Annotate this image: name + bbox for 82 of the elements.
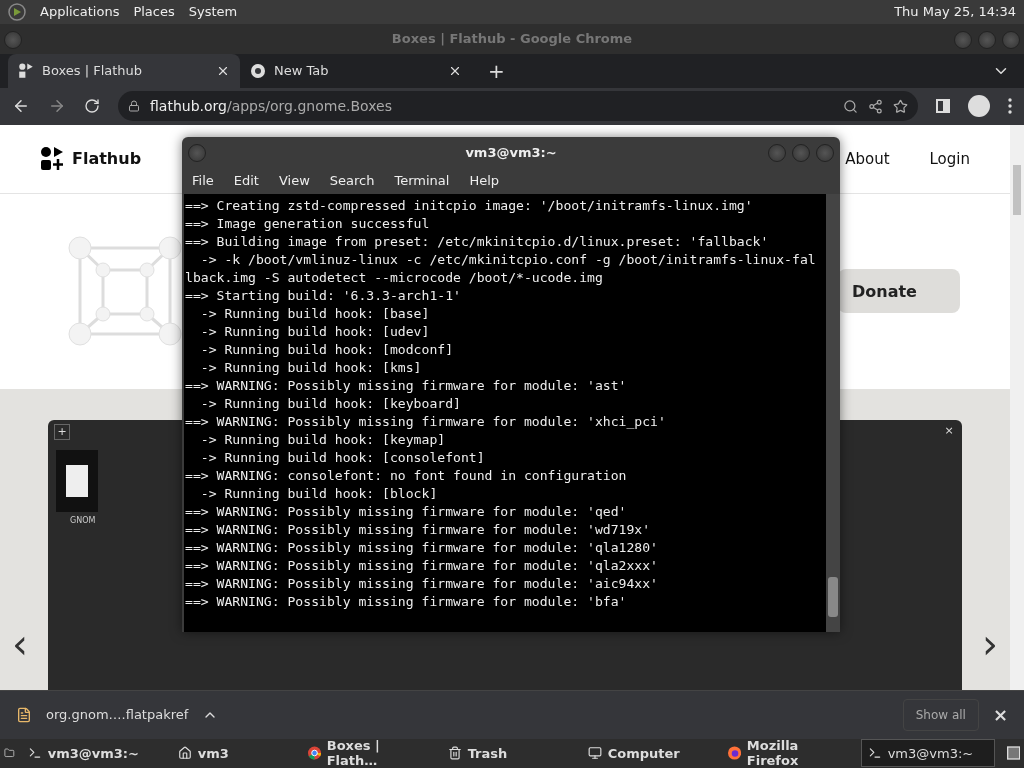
menu-icon[interactable] [1008, 98, 1012, 115]
chrome-icon [307, 746, 321, 761]
distro-logo-icon[interactable] [8, 2, 26, 21]
window-title: Boxes | Flathub - Google Chrome [391, 31, 633, 47]
terminal-line: ==> WARNING: Possibly missing firmware for module: 'xhci_pci' [185, 413, 667, 431]
close-download-bar-button[interactable]: × [992, 704, 1008, 726]
share-icon[interactable] [868, 98, 883, 114]
show-all-button[interactable]: Show all [902, 698, 979, 731]
browser-tab[interactable]: Boxes | Flathub [8, 53, 240, 88]
menu-item[interactable]: Help [469, 173, 500, 188]
clock: Thu May 25, 14:34 [894, 4, 1016, 20]
taskbar-item[interactable]: Boxes | Flath… [300, 739, 435, 768]
lock-icon [128, 100, 140, 113]
terminal-line: ==> Starting build: '6.3.3-arch1-1' [185, 287, 462, 305]
browser-tab[interactable]: New Tab [240, 53, 472, 88]
nav-link[interactable]: About [845, 149, 890, 168]
chrome-favicon-icon [250, 62, 266, 79]
terminal-line: -> Running build hook: [keymap] [199, 431, 447, 449]
new-tab-button[interactable]: + [488, 58, 505, 83]
taskbar-item[interactable]: vm3 [170, 739, 295, 768]
terminal-line: ==> WARNING: consolefont: no font found in configuration [185, 467, 628, 485]
menu-item[interactable]: Edit [233, 173, 259, 188]
side-panel-icon[interactable] [936, 99, 950, 114]
search-icon[interactable] [843, 98, 858, 114]
panel-menu[interactable]: System [188, 4, 238, 20]
terminal-icon [27, 746, 42, 761]
terminal-line: ==> Image generation successful [185, 215, 431, 233]
terminal-line: ==> WARNING: Possibly missing firmware for module: 'bfa' [185, 593, 628, 611]
nav-link[interactable]: Login [929, 149, 970, 168]
terminal-line: -> Running build hook: [base] [199, 305, 431, 323]
flathub-favicon-icon [18, 62, 34, 79]
monitor-icon [587, 746, 602, 761]
donate-button[interactable]: Donate [838, 269, 960, 314]
terminal-line: lback.img -S autodetect --microcode /boot/*-ucode.img [185, 269, 604, 287]
terminal-line: ==> Creating zstd-compressed initcpio image: '/boot/initramfs-linux.img' [185, 197, 754, 215]
terminal-line: -> -k /boot/vmlinuz-linux -c /etc/mkinitcpio.conf -g /boot/initramfs-linux-fal [199, 251, 817, 269]
terminal-icon [867, 746, 882, 761]
add-button[interactable]: + [54, 423, 70, 440]
taskbar-item[interactable]: vm3@vm3:~ [20, 739, 165, 768]
next-arrow[interactable]: › [982, 621, 998, 668]
bookmark-star-icon[interactable] [893, 98, 908, 114]
terminal-line: ==> WARNING: Possibly missing firmware for module: 'qla1280' [185, 539, 659, 557]
file-icon [16, 706, 32, 723]
taskbar-item[interactable]: Mozilla Firefox [720, 739, 855, 768]
reload-icon[interactable] [84, 98, 100, 115]
taskbar-item[interactable]: Computer [580, 739, 715, 768]
profile-avatar[interactable] [968, 95, 990, 118]
scrollbar-thumb[interactable] [828, 577, 838, 617]
terminal-line: ==> WARNING: Possibly missing firmware for module: 'aic94xx' [185, 575, 659, 593]
download-item[interactable]: org.gnom….flatpakref [46, 707, 189, 723]
home-folder-icon [177, 746, 192, 761]
panel-menu[interactable]: Places [133, 4, 175, 20]
window-title: vm3@vm3:~ [465, 144, 557, 160]
terminal-line: ==> WARNING: Possibly missing firmware for module: 'wd719x' [185, 521, 652, 539]
taskbar-item[interactable]: vm3@vm3:~ [860, 739, 995, 768]
menu-item[interactable]: Terminal [394, 173, 450, 188]
boxes-logo-icon [65, 236, 185, 347]
terminal-line: ==> WARNING: Possibly missing firmware for module: 'qed' [185, 503, 628, 521]
flathub-logo-icon [40, 145, 64, 172]
terminal-line: ==> WARNING: Possibly missing firmware for module: 'qla2xxx' [185, 557, 659, 575]
terminal-line: -> Running build hook: [keyboard] [199, 395, 462, 413]
thumbnail-label: GNOM [70, 515, 96, 525]
terminal-line: -> Running build hook: [kms] [199, 359, 423, 377]
terminal-line: ==> Building image from preset: /etc/mkinitcpio.d/linux.preset: 'fallback' [185, 233, 770, 251]
close-button[interactable]: × [942, 423, 956, 438]
address-bar[interactable]: flathub.org/apps/org.gnome.Boxes [118, 91, 918, 122]
terminal-line: ==> WARNING: Possibly missing firmware for module: 'ast' [185, 377, 628, 395]
previous-arrow[interactable]: ‹ [12, 621, 28, 668]
terminal-line: -> Running build hook: [block] [199, 485, 439, 503]
terminal-line: -> Running build hook: [udev] [199, 323, 431, 341]
vm-thumbnail[interactable] [56, 449, 98, 512]
menu-item[interactable]: View [278, 173, 310, 188]
scrollbar-thumb[interactable] [1013, 164, 1021, 215]
trash-icon [447, 746, 462, 761]
brand-name[interactable]: Flathub [72, 149, 142, 169]
firefox-icon [727, 746, 741, 761]
terminal-line: -> Running build hook: [modconf] [199, 341, 455, 359]
taskbar-item[interactable]: Trash [440, 739, 575, 768]
terminal-line: -> Running build hook: [consolefont] [199, 449, 486, 467]
panel-menu[interactable]: Applications [40, 4, 120, 20]
menu-item[interactable]: Search [329, 173, 375, 188]
menu-item[interactable]: File [192, 173, 214, 188]
